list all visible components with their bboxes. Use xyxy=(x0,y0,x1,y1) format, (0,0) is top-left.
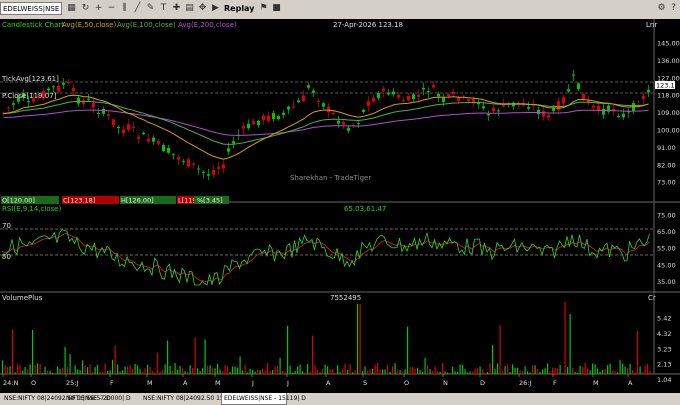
date-price-readout: 27-Apr-2026 123.18 xyxy=(333,21,403,29)
axis-tick-label: 109.00 xyxy=(657,109,680,117)
chart-tabs: NSE:NIFTY 08|24092.50 15:56:57 D NIFTY|N… xyxy=(0,393,680,405)
volume-peak-value: 7552495 xyxy=(330,294,361,302)
axis-tick-label: 35.00 xyxy=(657,278,676,286)
x-axis-label: A xyxy=(183,379,188,387)
tab-edelweiss[interactable]: EDELWEISS|NSE - 15119| D xyxy=(221,393,306,405)
ohlc-open: O[120.00] xyxy=(2,197,35,205)
x-axis-label: F xyxy=(110,379,114,387)
symbol-selector[interactable]: EDELWEISS|NSE - 15119| D xyxy=(0,2,62,15)
x-axis-label: O xyxy=(31,379,36,387)
axis-tick-label: 65.00 xyxy=(657,228,676,236)
ohlc-close: C[123.18] xyxy=(63,197,95,205)
axis-tick-label: 55.00 xyxy=(657,245,676,253)
x-axis-label: J xyxy=(251,379,254,387)
zoom-out-icon[interactable]: − xyxy=(106,3,117,14)
axis-tick-label: 5.42 xyxy=(657,315,671,323)
watermark: Sharekhan - TradeTiger xyxy=(290,174,371,182)
x-axis-label: D xyxy=(480,379,485,387)
ema50-label: Avg(E,50,close) xyxy=(62,21,117,29)
ohlc-high: H[126.00] xyxy=(121,197,154,205)
rsi-title: RSI(E,9,14,close) xyxy=(2,205,62,213)
tab-nifty-2[interactable]: NIFTY|NSE - 20000| D xyxy=(64,393,139,405)
x-axis-label: N xyxy=(443,379,448,387)
last-price-marker: 123.18 xyxy=(656,82,679,90)
ema200-label: Avg(E,200,close) xyxy=(178,21,237,29)
volume-scale-label: Cr xyxy=(648,294,656,302)
x-axis-label: A xyxy=(628,379,633,387)
pclose-label: P.Close[119.07] xyxy=(2,92,57,100)
x-axis-label: M xyxy=(147,379,153,387)
axis-tick-label: 3.23 xyxy=(657,345,671,353)
x-axis-label: J xyxy=(286,379,289,387)
crosshair-icon[interactable]: ✚ xyxy=(171,3,182,14)
replay-button[interactable]: Replay xyxy=(224,2,254,15)
x-axis-label: 25:J xyxy=(66,379,78,387)
chart-title: Candlestick Chart xyxy=(2,21,64,29)
bar-type-icon[interactable]: ⫼ xyxy=(119,3,130,14)
axis-tick-label: 91.00 xyxy=(657,144,676,152)
x-axis-label: O xyxy=(404,379,409,387)
save-icon[interactable]: ■ xyxy=(271,3,282,14)
axis-tick-label: 45.00 xyxy=(657,261,676,269)
x-axis-label: 24:N xyxy=(3,379,18,387)
line-icon[interactable]: ╱ xyxy=(132,3,143,14)
calendar-icon[interactable]: ▦ xyxy=(66,3,77,14)
chart-area[interactable]: Candlestick Chart Avg(E,50,close) Avg(E,… xyxy=(0,19,680,391)
x-axis-label: 26:J xyxy=(519,379,531,387)
toolbar: EDELWEISS|NSE - 15119| D ▦ ↻ + − ⫼ ╱ ✎ T… xyxy=(0,0,680,20)
x-axis-label: S xyxy=(363,379,367,387)
x-axis-label: M xyxy=(215,379,221,387)
axis-tick-label: 4.32 xyxy=(657,330,671,338)
rsi-values: 65.03,61.47 xyxy=(344,205,386,213)
x-axis-label: A xyxy=(326,379,331,387)
axis-tick-label: 73.00 xyxy=(657,179,676,187)
tickavg-label: TickAvg[123.61] xyxy=(1,75,59,83)
tab-nifty-3[interactable]: NSE:NIFTY 08|24092.50 15:56:57 D xyxy=(141,393,250,405)
zoom-in-icon[interactable]: + xyxy=(93,3,104,14)
axis-tick-label: 136.00 xyxy=(657,57,680,65)
replay-icon[interactable]: ▶ xyxy=(210,3,221,14)
x-axis-label: F xyxy=(553,379,557,387)
axis-tick-label: 82.00 xyxy=(657,161,676,169)
rsi-level-70: 70 xyxy=(2,222,11,230)
help-icon[interactable]: ? xyxy=(668,3,679,14)
volume-title: VolumePlus xyxy=(2,294,43,302)
axis-tick-label: 145.00 xyxy=(657,40,680,48)
flag-icon[interactable]: ⚑ xyxy=(258,3,269,14)
scale-label[interactable]: Lnr xyxy=(646,21,657,29)
ohlc-pct: %[3.45] xyxy=(197,197,223,205)
axis-tick-label: 75.00 xyxy=(657,212,676,220)
tab-nifty-1[interactable]: NSE:NIFTY 08|24092.50 15:56:57 D xyxy=(2,393,111,405)
x-axis-label: M xyxy=(593,379,599,387)
pan-icon[interactable]: ✥ xyxy=(197,3,208,14)
text-icon[interactable]: T xyxy=(158,3,169,14)
axis-tick-label: 118.00 xyxy=(657,92,680,100)
ema100-label: Avg(E,100,close) xyxy=(117,21,176,29)
axis-tick-label: 2.13 xyxy=(657,361,671,369)
settings-icon[interactable]: ⚙ xyxy=(656,3,667,14)
draw-icon[interactable]: ✎ xyxy=(145,3,156,14)
axis-tick-label: 100.00 xyxy=(657,127,680,135)
refresh-icon[interactable]: ↻ xyxy=(80,3,91,14)
axis-tick-label: 1.04 xyxy=(657,376,671,384)
grid-icon[interactable]: ▤ xyxy=(184,3,195,14)
